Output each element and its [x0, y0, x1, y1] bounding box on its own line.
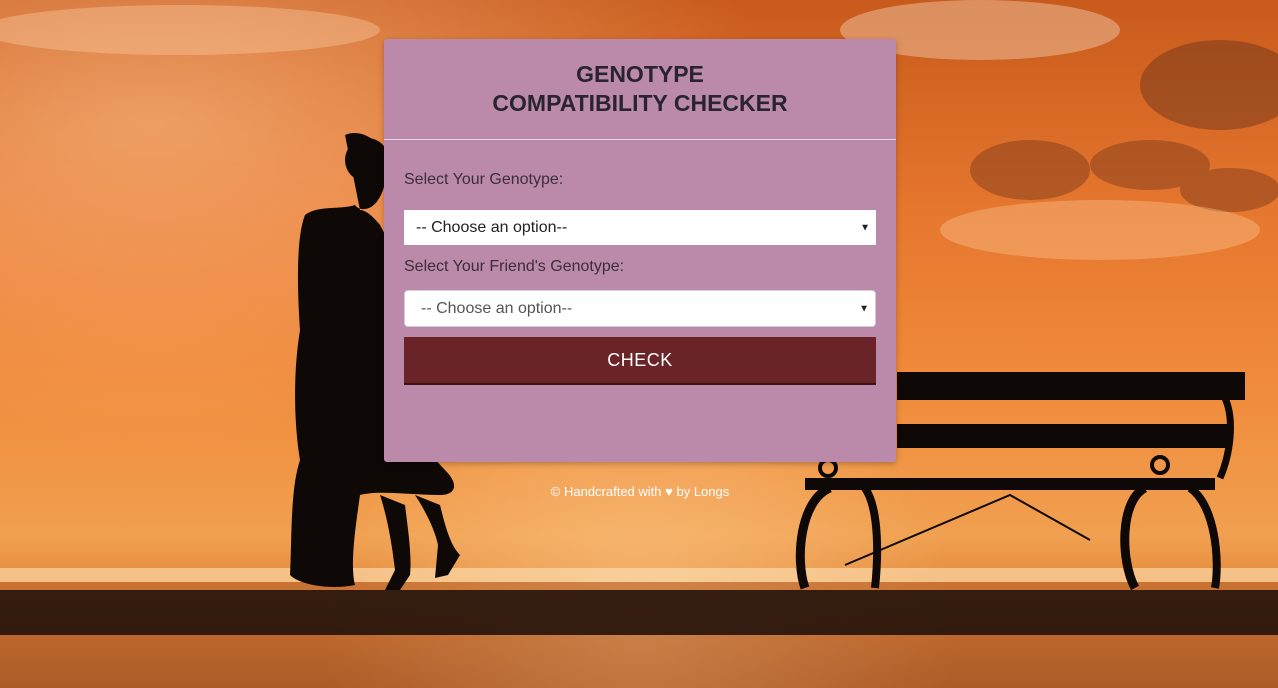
check-button[interactable]: CHECK: [404, 337, 876, 385]
copyright-symbol: ©: [550, 484, 561, 499]
friend-genotype-select[interactable]: -- Choose an option-- ▼: [404, 290, 876, 327]
footer-credit: © Handcrafted with ♥ by Longs: [384, 484, 896, 499]
friend-genotype-selected-value: -- Choose an option--: [421, 299, 573, 317]
your-genotype-selected-value: -- Choose an option--: [416, 218, 568, 236]
card-header: GENOTYPE COMPATIBILITY CHECKER: [384, 39, 896, 140]
your-genotype-select[interactable]: -- Choose an option-- ▼: [404, 210, 876, 245]
your-genotype-label: Select Your Genotype:: [404, 171, 564, 188]
heart-icon: ♥: [665, 484, 673, 499]
page-title-line-2: COMPATIBILITY CHECKER: [492, 90, 788, 116]
genotype-checker-card: GENOTYPE COMPATIBILITY CHECKER Select Yo…: [384, 39, 896, 462]
footer-author-text: by Longs: [676, 484, 730, 499]
pier-edge: [0, 590, 1278, 635]
page-title-line-1: GENOTYPE: [576, 61, 704, 87]
footer-handcrafted-text: Handcrafted with: [563, 484, 662, 499]
caret-down-icon: ▼: [859, 303, 869, 314]
friend-genotype-label: Select Your Friend's Genotype:: [404, 258, 625, 275]
caret-down-icon: ▼: [860, 222, 870, 233]
